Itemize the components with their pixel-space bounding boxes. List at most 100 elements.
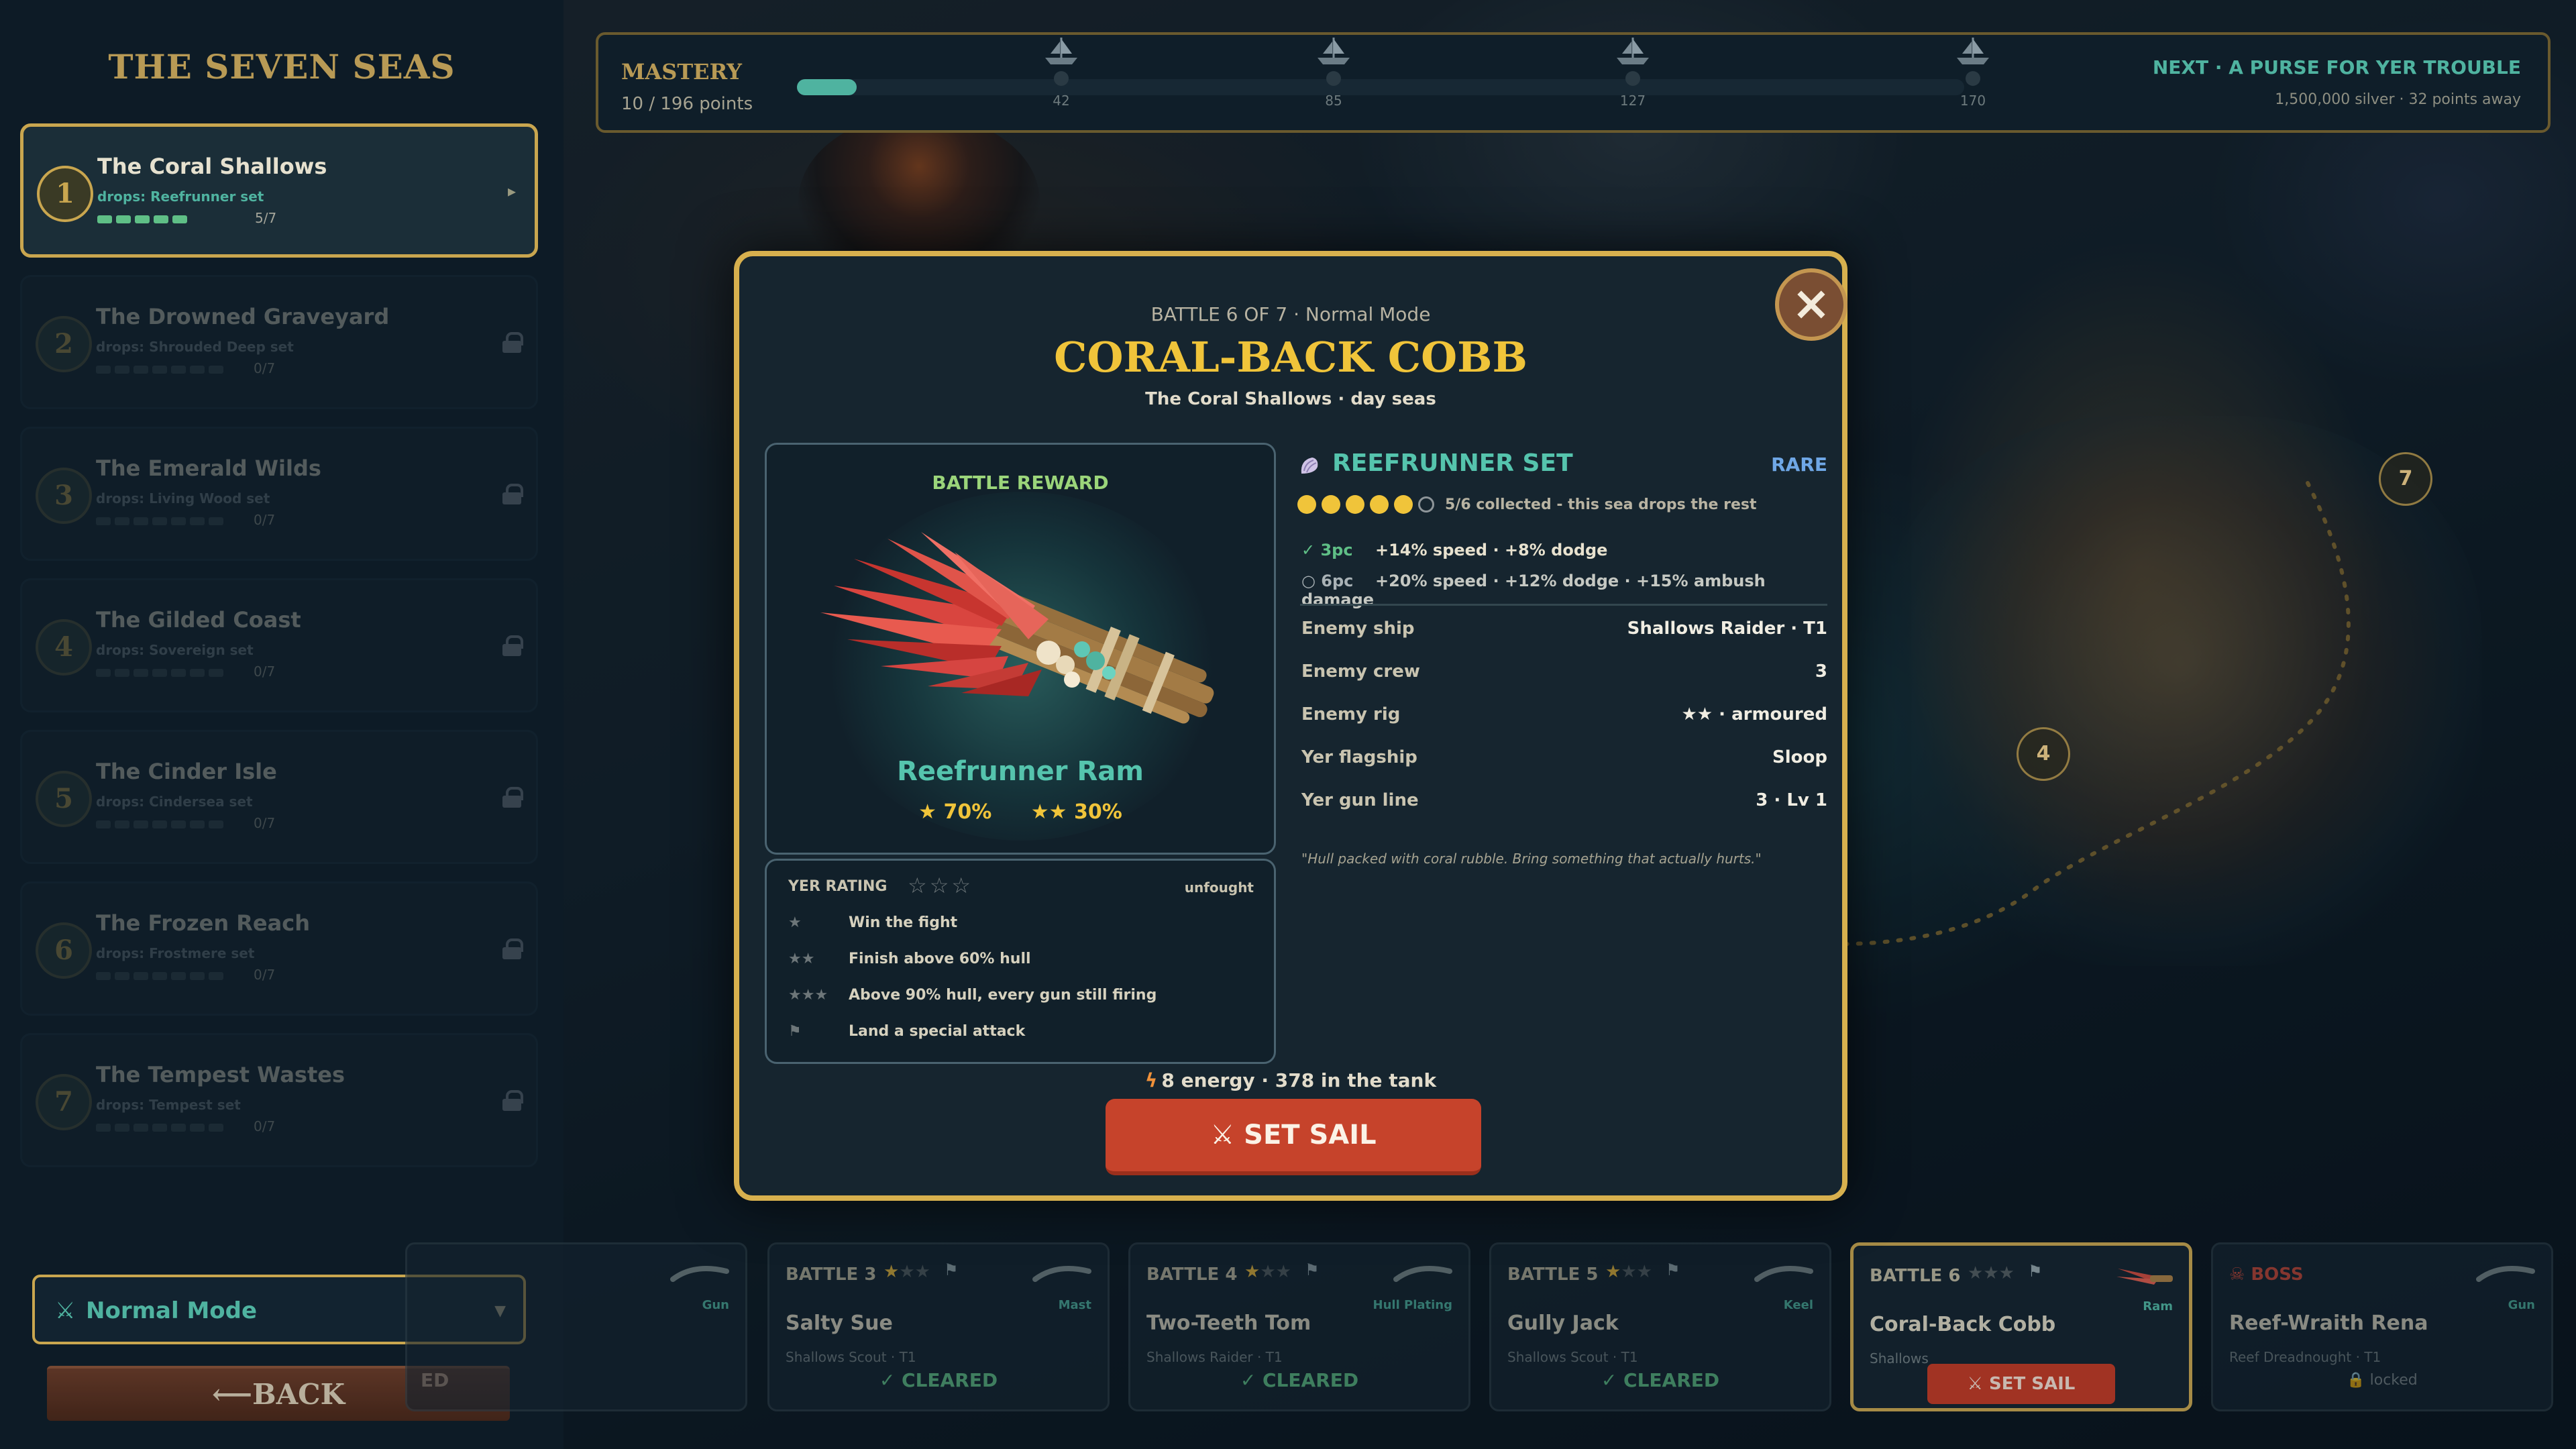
progress-pip [190,1124,205,1132]
enemy-name: Reef-Wraith Rena [2229,1311,2428,1335]
stat-row: Yer gun line 3 · Lv 1 [1301,790,1827,824]
lock-icon [502,484,523,504]
star-icon: ★ [1968,1263,1984,1283]
mastery-milestone[interactable]: 170 [1933,35,2013,109]
drop-rate-two-star: ★★ 30% [1031,800,1122,824]
reefrunner-ram-icon[interactable] [807,512,1236,753]
progress-pip [152,366,167,374]
cleared-status: ✓ CLEARED [879,1369,998,1391]
sea-drops: drops: Cindersea set [96,794,253,810]
milestone-dot [1326,71,1341,86]
progress-pip [96,972,111,980]
battle-location: The Coral Shallows · day seas [1145,389,1436,409]
battle-card[interactable]: ☠ BOSS Gun Reef-Wraith Rena Reef Dreadnough… [2211,1242,2553,1411]
enemy-name: Gully Jack [1507,1311,1619,1335]
set-piece-pip [1346,495,1364,514]
battle-number: BATTLE 4 [1146,1265,1238,1285]
enemy-name: Coral-Back Cobb [1870,1313,2056,1336]
condition-icon: ★★★ [788,987,828,1004]
set-name: REEFRUNNER SET [1332,449,1573,477]
arrow-left-icon: ⟵ [211,1378,253,1411]
set-bonus-3pc: ✓ 3pc +14% speed · +8% dodge [1301,541,1607,559]
progress-pip [190,820,205,828]
progress-pip [133,820,148,828]
progress-pip [209,517,223,525]
progress-pip [115,669,129,677]
divider [1300,604,1827,606]
star-icon: ★ [1621,1262,1637,1282]
enemy-name: Two-Teeth Tom [1146,1311,1311,1335]
sea-number: 4 [36,619,92,676]
crossed-swords-icon: ⚔ [55,1297,76,1324]
set-piece-pip [1370,495,1389,514]
mastery-milestone[interactable]: 42 [1021,35,1102,109]
battle-number: BATTLE 5 [1507,1265,1599,1285]
set-piece-pip [1297,495,1316,514]
progress-pip [152,1124,167,1132]
map-node-7[interactable]: 7 [2379,452,2432,506]
progress-pip [96,366,111,374]
battle-card[interactable]: BATTLE 6 ★★★ ⚑ Ram Coral-Back Cobb Shallows ⚔ … [1850,1242,2192,1411]
sea-card[interactable]: 6 The Frozen Reach drops: Frostmere set 0/7 [20,881,538,1016]
battle-card[interactable]: Gun ED [405,1242,747,1411]
bonus-tier: ✓ 3pc [1301,541,1353,559]
progress-pip [209,669,223,677]
progress-pip [171,366,186,374]
condition-text: Finish above 60% hull [849,951,1031,967]
stat-row: Yer flagship Sloop [1301,747,1827,781]
battle-card[interactable]: BATTLE 5 ★★★ ⚑ Keel Gully Jack Shallows Scout… [1489,1242,1831,1411]
sea-progress-pips [96,972,223,980]
loot-item-icon [2116,1269,2173,1285]
rating-condition: ⚑ Land a special attack [788,1023,1025,1050]
chevron-right-icon: ▸ [507,182,516,201]
sea-card[interactable]: 1 The Coral Shallows drops: Reefrunner set… [20,123,538,258]
next-reward-detail: 1,500,000 silver · 32 points away [2275,91,2521,108]
drop-rates: ★ 70% ★★ 30% [767,800,1274,824]
progress-pip [152,972,167,980]
map-node-4[interactable]: 4 [2017,727,2070,781]
progress-pip [116,215,131,223]
progress-pip [171,820,186,828]
set-sail-mini-button[interactable]: ⚔ SET SAIL [1927,1364,2115,1404]
milestone-dot [1966,71,1980,86]
battle-stars: ★★★ [1968,1263,2015,1283]
loot-item-icon [1393,1266,1452,1282]
sea-progress-count: 0/7 [254,815,276,831]
loot-type: Gun [702,1298,729,1312]
sea-card[interactable]: 5 The Cinder Isle drops: Cindersea set 0/7 [20,730,538,864]
cleared-status: ED [421,1369,449,1391]
progress-pip [190,517,205,525]
mastery-milestone[interactable]: 85 [1293,35,1374,109]
progress-pip [190,972,205,980]
energy-text: 8 energy · 378 in the tank [1161,1069,1437,1091]
milestone-value: 42 [1053,93,1070,109]
progress-pip [115,820,129,828]
battle-card[interactable]: BATTLE 3 ★★★ ⚑ Mast Salty Sue Shallows Scout … [767,1242,1110,1411]
sea-progress-pips [96,366,223,374]
sea-card[interactable]: 2 The Drowned Graveyard drops: Shrouded De… [20,275,538,409]
progress-pip [152,820,167,828]
enemy-ship: Shallows Raider · T1 [1146,1349,1283,1365]
milestone-value: 85 [1325,93,1342,109]
mastery-milestone[interactable]: 127 [1593,35,1673,109]
set-piece-pip [1418,496,1434,513]
sea-card[interactable]: 4 The Gilded Coast drops: Sovereign set 0/7 [20,578,538,712]
sea-drops: drops: Shrouded Deep set [96,339,294,355]
sea-card[interactable]: 7 The Tempest Wastes drops: Tempest set 0/7 [20,1033,538,1167]
cleared-status: ✓ CLEARED [1601,1369,1720,1391]
set-sail-button[interactable]: ⚔ SET SAIL [1106,1099,1481,1175]
condition-text: Win the fight [849,914,958,931]
battle-stars: ★★★ [1605,1262,1652,1282]
battle-card[interactable]: BATTLE 4 ★★★ ⚑ Hull Plating Two-Teeth Tom Sha… [1128,1242,1470,1411]
progress-pip [96,820,111,828]
progress-pip [171,517,186,525]
sea-number: 5 [36,771,92,827]
stat-value: Sloop [1772,747,1827,767]
stat-label: Enemy rig [1301,704,1401,724]
sea-card[interactable]: 3 The Emerald Wilds drops: Living Wood set… [20,427,538,561]
bonus-desc: +14% speed · +8% dodge [1375,541,1608,559]
battle-number: BATTLE 3 [786,1265,877,1285]
progress-pip [115,517,129,525]
sea-progress-pips [96,820,223,828]
battle-modal: × BATTLE 6 OF 7 · Normal Mode CORAL-BACK… [734,251,1847,1201]
